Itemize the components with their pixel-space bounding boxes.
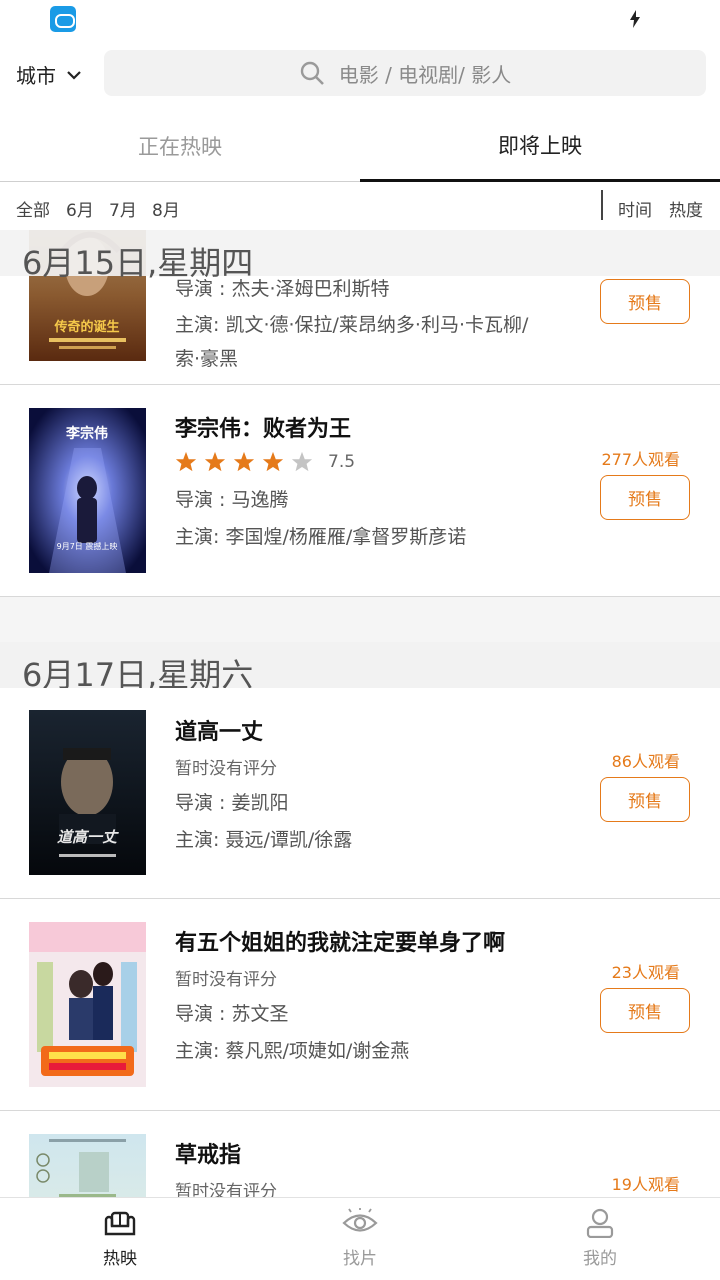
movie-cast: 主演: 聂远/谭凯/徐露 (175, 829, 353, 851)
movie-title: 有五个姐姐的我就注定要单身了啊 (175, 931, 506, 956)
movie-cast: 主演: 蔡凡熙/项婕如/谢金燕 (175, 1040, 410, 1062)
presale-button[interactable]: 预售 (600, 988, 690, 1033)
poster-title-text: 传奇的诞生 (53, 319, 119, 335)
star-filled-icon (233, 451, 255, 472)
star-filled-icon (204, 451, 226, 472)
movie-item[interactable]: 道高一丈 道高一丈 暂时没有评分 导演 : 姜凯阳 主演: 聂远/谭凯/徐露 8… (0, 688, 720, 899)
rating-label: 暂时没有评分 (175, 759, 277, 779)
sort-by-time[interactable]: 时间 (618, 196, 652, 221)
search-placeholder: 电影 / 电视剧/ 影人 (338, 62, 512, 87)
movie-cast: 主演: 李国煌/杨雁雁/拿督罗斯彦诺 (175, 526, 467, 548)
bottom-nav: 热映 找片 我的 (0, 1197, 720, 1280)
top-bar: 城市 电影 / 电视剧/ 影人 (0, 44, 720, 104)
poster-title-text: 道高一丈 (57, 828, 119, 846)
movie-poster: 李宗伟 9月7日 震撼上映 (29, 408, 146, 573)
movie-item[interactable]: 李宗伟 9月7日 震撼上映 李宗伟：败者为王 7.5 导演 : 马逸腾 主演: … (0, 385, 720, 597)
filter-june[interactable]: 6月 (66, 196, 94, 221)
movie-title: 草戒指 (175, 1143, 242, 1168)
tab-now-showing[interactable]: 正在热映 (0, 110, 360, 182)
poster-date-text: 9月7日 震撼上映 (57, 541, 118, 551)
tab-coming-soon[interactable]: 即将上映 (360, 110, 720, 182)
movie-poster (29, 1134, 146, 1197)
movie-title: 李宗伟：败者为王 (175, 417, 352, 442)
search-input[interactable]: 电影 / 电视剧/ 影人 (104, 50, 706, 96)
movie-poster (29, 922, 146, 1087)
sort-by-popularity[interactable]: 热度 (669, 196, 703, 221)
movie-title: 道高一丈 (175, 720, 264, 745)
rating-score: 7.5 (328, 452, 356, 472)
filter-all[interactable]: 全部 (16, 196, 50, 221)
star-filled-icon (175, 451, 197, 472)
nox-app-icon (50, 6, 76, 32)
chevron-down-icon (67, 70, 81, 80)
search-icon (300, 61, 324, 85)
filter-bar: 全部 6月 7月 8月 时间 热度 (0, 182, 720, 230)
movie-director: 导演 : 苏文圣 (175, 1003, 289, 1025)
charging-bolt-icon (630, 10, 640, 28)
movie-poster: 道高一丈 (29, 710, 146, 875)
city-selector[interactable]: 城市 (16, 60, 82, 89)
filter-divider (601, 190, 603, 220)
city-label: 城市 (16, 64, 56, 88)
filter-july[interactable]: 7月 (109, 196, 137, 221)
watchers-count: 19人观看 (611, 1175, 680, 1194)
presale-button[interactable]: 预售 (600, 279, 690, 324)
rating-label: 暂时没有评分 (175, 970, 277, 990)
movie-director: 导演 : 马逸腾 (175, 489, 289, 511)
star-filled-icon (262, 451, 284, 472)
tab-bar: 正在热映 即将上映 (0, 110, 720, 182)
movie-item[interactable]: 草戒指 暂时没有评分 19人观看 (0, 1111, 720, 1197)
date-header-label: 6月15日,星期四 (22, 244, 254, 282)
rating-label: 暂时没有评分 (175, 1182, 277, 1197)
movie-cast: 主演: 凯文·德·保拉/莱昂纳多·利马·卡瓦柳/ (175, 314, 529, 336)
nav-mine-label: 我的 (583, 1249, 617, 1269)
nav-find[interactable]: 找片 (300, 1208, 420, 1269)
filter-august[interactable]: 8月 (152, 196, 180, 221)
star-empty-icon (291, 451, 313, 472)
presale-button[interactable]: 预售 (600, 777, 690, 822)
watchers-count: 277人观看 (601, 450, 680, 469)
nav-find-label: 找片 (343, 1249, 377, 1269)
date-header: 6月17日,星期六 (0, 642, 720, 694)
movie-item[interactable]: 有五个姐姐的我就注定要单身了啊 暂时没有评分 导演 : 苏文圣 主演: 蔡凡熙/… (0, 899, 720, 1111)
section-gap (0, 597, 720, 642)
nav-hot[interactable]: 热映 (60, 1208, 180, 1269)
movie-director: 导演 : 姜凯阳 (175, 792, 289, 814)
movie-rating: 7.5 (175, 451, 355, 473)
date-header: 6月15日,星期四 (0, 230, 720, 282)
watchers-count: 23人观看 (611, 963, 680, 982)
watchers-count: 86人观看 (611, 752, 680, 771)
person-icon (586, 1208, 614, 1238)
presale-button[interactable]: 预售 (600, 475, 690, 520)
sofa-icon (104, 1211, 136, 1236)
movie-cast-continued: 索·豪黑 (175, 348, 239, 370)
nav-mine[interactable]: 我的 (540, 1208, 660, 1269)
nav-hot-label: 热映 (103, 1249, 137, 1269)
status-bar (0, 0, 720, 38)
poster-title-text: 李宗伟 (65, 425, 108, 442)
eye-icon (342, 1208, 378, 1232)
